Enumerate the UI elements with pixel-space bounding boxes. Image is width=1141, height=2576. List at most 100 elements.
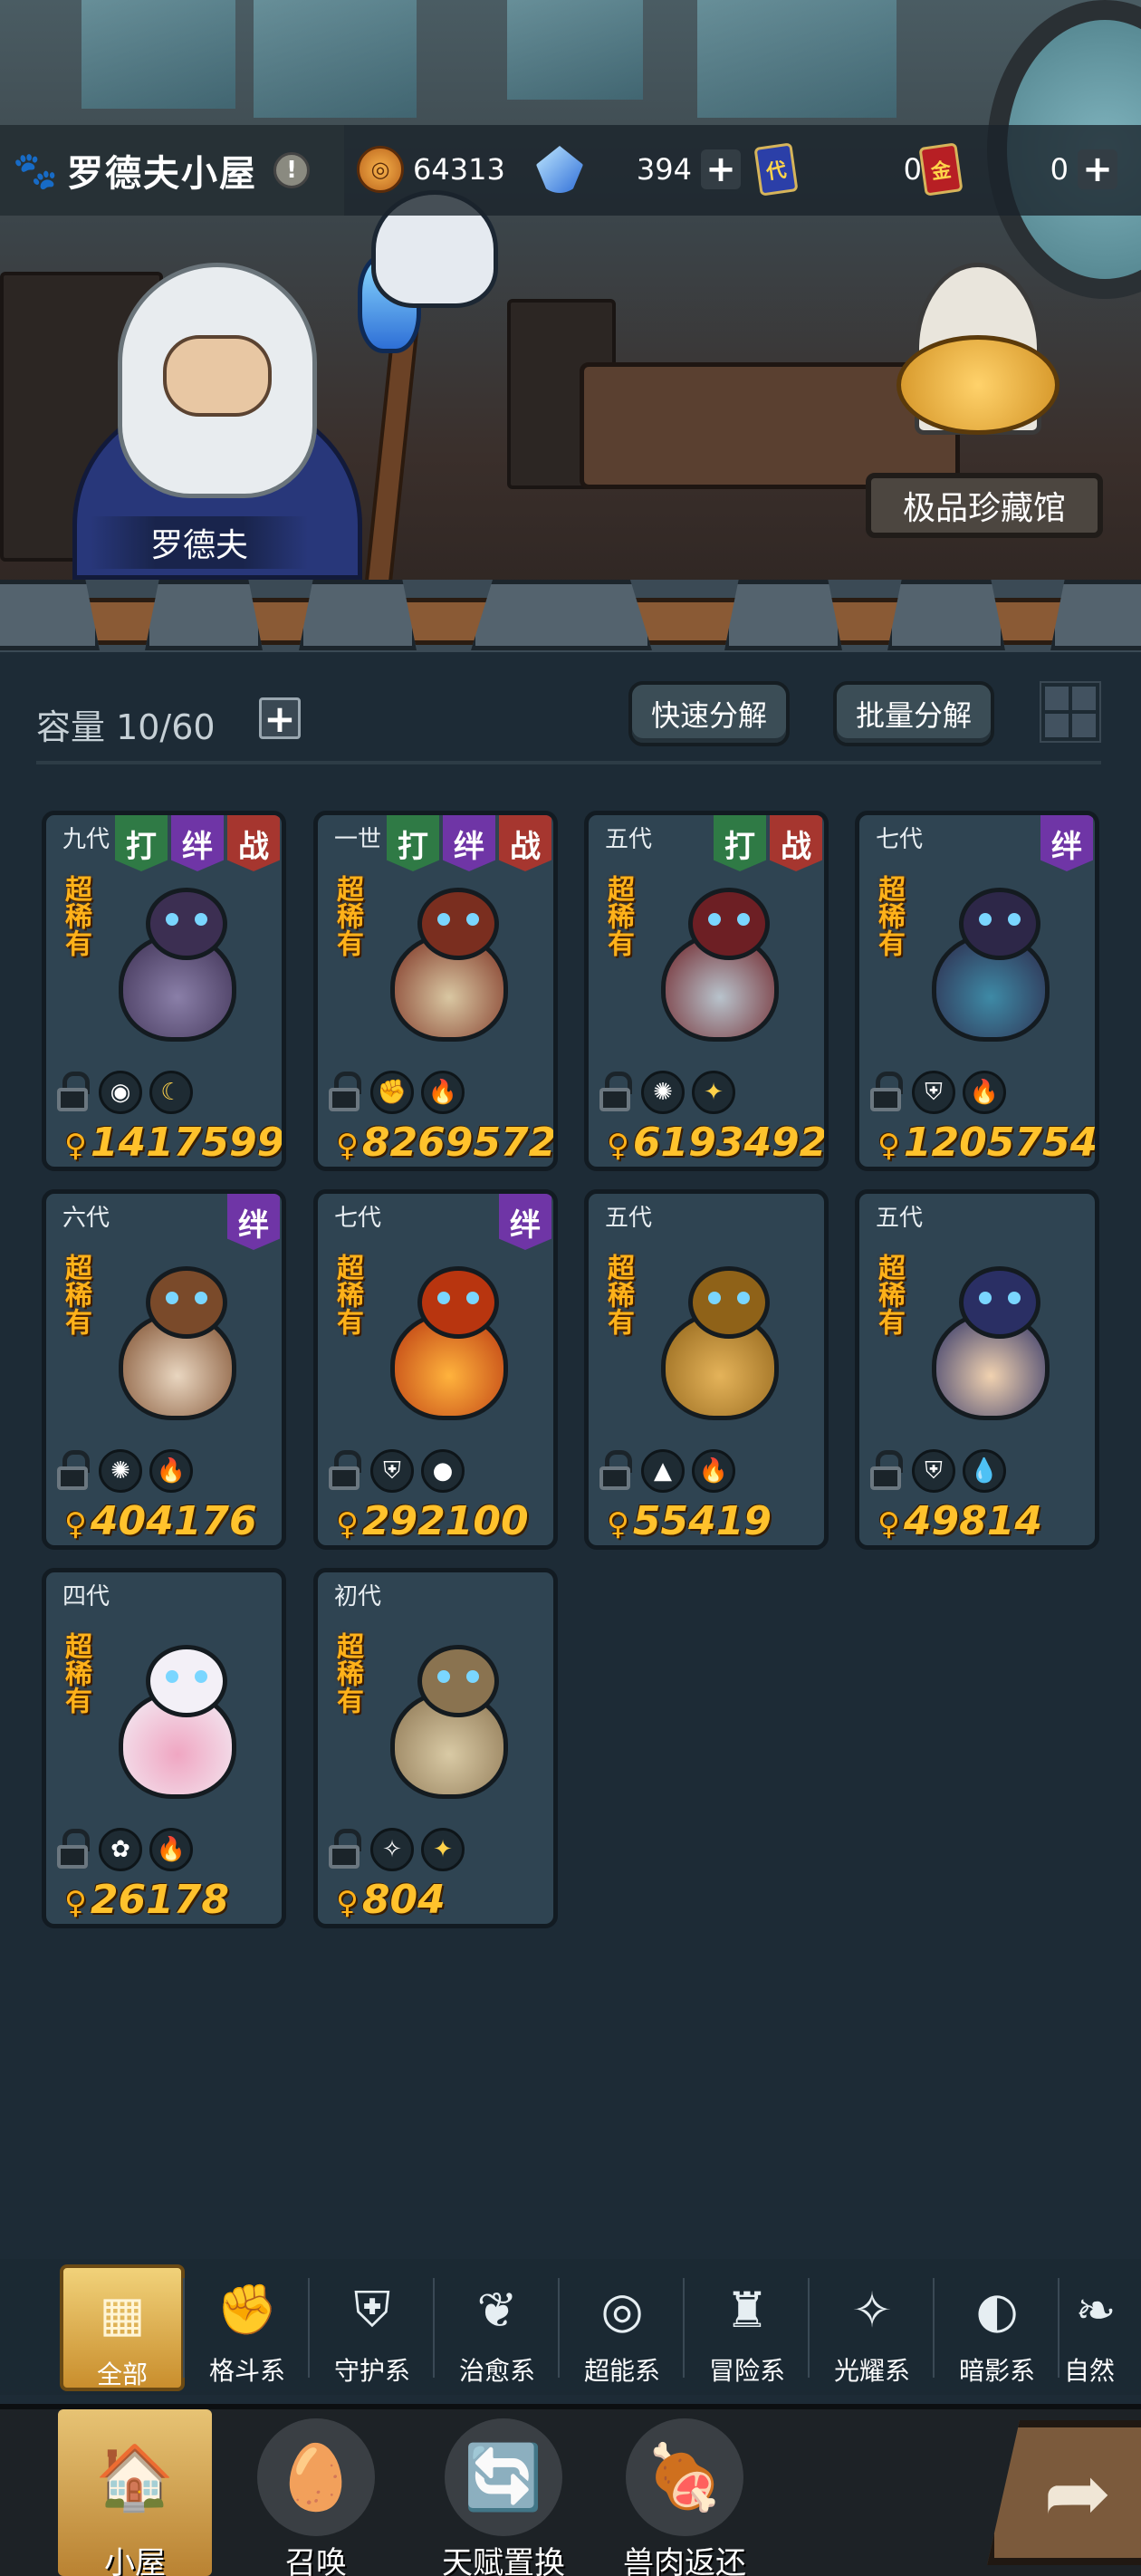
creature-portrait — [354, 1636, 535, 1817]
crystal-counter: 394 + — [536, 145, 741, 194]
coin-value: 64313 — [413, 152, 505, 187]
card-icons: ✊ 🔥 — [327, 1071, 465, 1114]
creature-card[interactable]: 七代超稀有绊⛨🔥1205754 — [855, 811, 1099, 1171]
add-crystal-button[interactable]: + — [701, 149, 741, 190]
add-red-card-button[interactable]: + — [1078, 149, 1117, 190]
creature-card[interactable]: 一世超稀有打绊战✊🔥8269572 — [313, 811, 558, 1171]
creature-card[interactable]: 九代超稀有打绊战◉☾14175997 — [42, 811, 286, 1171]
generation-label: 一世 — [334, 826, 382, 853]
batch-decompose-button[interactable]: 批量分解 — [833, 681, 994, 746]
category-label: 超能系 — [583, 2356, 660, 2386]
lock-icon[interactable] — [55, 1829, 91, 1870]
category-separator — [808, 2278, 810, 2378]
storage-bar: 容量 10/60 + 快速分解 批量分解 — [36, 681, 1105, 763]
golden-fox-statue[interactable] — [887, 263, 1069, 435]
card-icons: ✺ 🔥 — [55, 1449, 193, 1493]
power-value: 292100 — [336, 1498, 529, 1544]
lock-icon[interactable] — [55, 1072, 91, 1113]
window-pane — [82, 0, 235, 109]
creature-card[interactable]: 四代超稀有✿🔥26178 — [42, 1568, 286, 1928]
creature-card[interactable]: 七代超稀有绊⛨●292100 — [313, 1189, 558, 1550]
power-value: 1205754 — [877, 1120, 1095, 1166]
psychic-icon: ✺ — [99, 1449, 142, 1493]
creature-portrait — [896, 879, 1077, 1060]
creature-card[interactable]: 六代超稀有绊✺🔥404176 — [42, 1189, 286, 1550]
info-icon[interactable]: ! — [273, 152, 310, 188]
crystal-value: 394 — [636, 152, 692, 187]
generation-label: 四代 — [62, 1583, 110, 1610]
card-icons: ✺ ✦ — [598, 1071, 735, 1114]
category-tab[interactable]: ♜ 冒险系 — [685, 2264, 810, 2391]
blue-card-value: 0 — [903, 152, 922, 187]
page-title: 罗德夫小屋 — [67, 153, 257, 195]
sparkle-icon: ✧ — [851, 2281, 893, 2339]
ledge-block — [1050, 580, 1141, 650]
lock-icon[interactable] — [327, 1829, 363, 1870]
lock-icon[interactable] — [327, 1072, 363, 1113]
shield-icon: ⛨ — [370, 1449, 414, 1493]
ledge-block — [145, 580, 263, 650]
category-tab[interactable]: ▦ 全部 — [60, 2264, 185, 2391]
war-badge: 战 — [499, 815, 551, 871]
grid-view-toggle[interactable] — [1040, 681, 1101, 743]
creature-card[interactable]: 初代超稀有✧✦804 — [313, 1568, 558, 1928]
category-tab[interactable]: ✧ 光耀系 — [810, 2264, 935, 2391]
nav-talent-label: 天赋置换 — [442, 2545, 565, 2576]
fight-badge: 打 — [387, 815, 439, 871]
sprout-icon: ❦ — [476, 2281, 518, 2339]
sparkle-icon: ✧ — [370, 1828, 414, 1871]
meat-icon: 🍖 — [626, 2418, 743, 2536]
category-tab[interactable]: ❦ 治愈系 — [435, 2264, 560, 2391]
power-value: 26178 — [64, 1877, 229, 1923]
expand-capacity-button[interactable]: + — [259, 697, 301, 741]
lock-icon[interactable] — [868, 1450, 905, 1492]
card-icons: ✧ ✦ — [327, 1828, 465, 1871]
creature-card[interactable]: 五代超稀有打战✺✦6193492 — [584, 811, 829, 1171]
museum-button[interactable]: 极品珍藏馆 — [866, 473, 1103, 538]
lock-icon[interactable] — [598, 1072, 634, 1113]
category-label: 光耀系 — [833, 2356, 910, 2386]
nav-talent[interactable]: 🔄 天赋置换 — [422, 2409, 585, 2576]
category-tab[interactable]: ◐ 暗影系 — [935, 2264, 1060, 2391]
category-label: 全部 — [96, 2360, 148, 2389]
war-badge: 战 — [770, 815, 822, 871]
nav-summon[interactable]: 🥚 召唤 — [239, 2409, 393, 2576]
generation-label: 五代 — [605, 826, 653, 853]
generation-label: 六代 — [62, 1205, 110, 1232]
creature-portrait — [82, 1636, 264, 1817]
category-tab[interactable]: ❧ 自然系 — [1060, 2264, 1119, 2391]
quick-decompose-button[interactable]: 快速分解 — [628, 681, 790, 746]
power-value: 49814 — [877, 1498, 1042, 1544]
badge-group: 绊 — [1040, 815, 1093, 871]
lock-icon[interactable] — [327, 1450, 363, 1492]
lock-icon[interactable] — [55, 1450, 91, 1492]
category-label: 暗影系 — [958, 2356, 1035, 2386]
creature-card[interactable]: 五代超稀有▲🔥55419 — [584, 1189, 829, 1550]
power-value: 804 — [336, 1877, 446, 1923]
nav-home[interactable]: 🏠 小屋 — [58, 2409, 212, 2576]
power-value: 55419 — [607, 1498, 772, 1544]
category-separator — [433, 2278, 435, 2378]
category-tab[interactable]: ◎ 超能系 — [560, 2264, 685, 2391]
lock-icon[interactable] — [598, 1450, 634, 1492]
capacity-label: 容量 10/60 — [36, 707, 216, 747]
category-tab[interactable]: ✊ 格斗系 — [185, 2264, 310, 2391]
bond-badge: 绊 — [1040, 815, 1093, 871]
ledge-block — [471, 580, 652, 650]
category-label: 守护系 — [333, 2356, 410, 2386]
lock-icon[interactable] — [868, 1072, 905, 1113]
creature-portrait — [625, 879, 806, 1060]
bond-badge: 绊 — [499, 1194, 551, 1250]
ledge-block — [887, 580, 1005, 650]
creature-portrait — [82, 879, 264, 1060]
blue-card-counter: 代 0 — [753, 142, 922, 197]
card-icons: ⛨ ● — [327, 1449, 465, 1493]
leaf-icon: ▲ — [641, 1449, 685, 1493]
fire-icon: ● — [421, 1449, 465, 1493]
swap-icon: 🔄 — [445, 2418, 562, 2536]
nav-meat[interactable]: 🍖 兽肉返还 — [603, 2409, 766, 2576]
category-tab[interactable]: ⛨ 守护系 — [310, 2264, 435, 2391]
creature-card[interactable]: 五代超稀有⛨💧49814 — [855, 1189, 1099, 1550]
power-value: 404176 — [64, 1498, 257, 1544]
shield-icon: ⛨ — [353, 2281, 391, 2338]
